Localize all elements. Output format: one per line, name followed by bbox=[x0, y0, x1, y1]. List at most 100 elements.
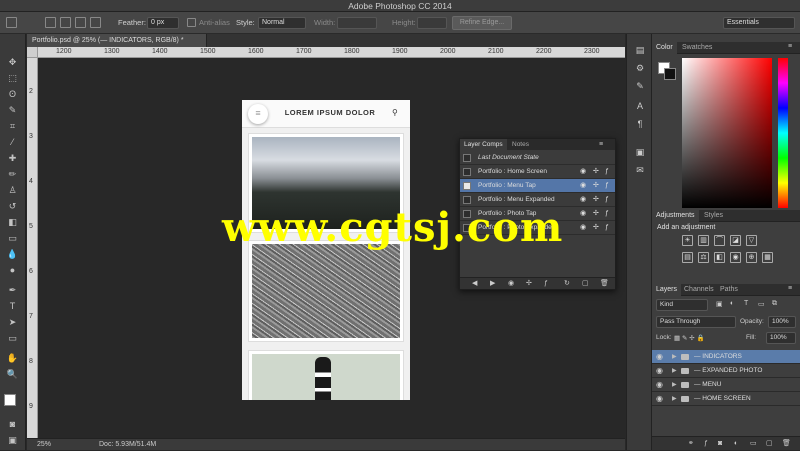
paragraph-panel-icon[interactable]: ¶ bbox=[634, 118, 646, 130]
eyedropper-tool-icon[interactable]: ⁄ bbox=[6, 136, 19, 148]
levels-icon[interactable]: ▥ bbox=[698, 235, 709, 246]
eye-icon[interactable]: ◉ bbox=[656, 378, 666, 392]
panel-menu-icon[interactable]: ≡ bbox=[599, 139, 603, 150]
layer-comp-row[interactable]: Portfolio : Menu Tap ◉ ✢ ƒ bbox=[460, 179, 615, 193]
eye-icon[interactable]: ◉ bbox=[656, 364, 666, 378]
filter-type-icon[interactable]: T bbox=[744, 300, 748, 307]
layer-row[interactable]: ◉ ▶ — HOME SCREEN bbox=[652, 392, 800, 406]
layer-mask-icon[interactable]: ◙ bbox=[718, 437, 722, 451]
layer-row[interactable]: ◉ ▶ — MENU bbox=[652, 378, 800, 392]
filter-adjustment-icon[interactable]: ◐ bbox=[730, 300, 734, 307]
color-lookup-icon[interactable]: ▦ bbox=[762, 252, 773, 263]
new-group-icon[interactable]: ▭ bbox=[750, 437, 757, 451]
style-select[interactable]: Normal bbox=[258, 17, 306, 29]
style-comp-icon[interactable]: ƒ bbox=[605, 179, 609, 193]
comp-apply-checkbox[interactable] bbox=[463, 154, 471, 162]
tab-paths[interactable]: Paths bbox=[716, 284, 742, 296]
brightness-contrast-icon[interactable]: ☀ bbox=[682, 235, 693, 246]
tab-channels[interactable]: Channels bbox=[680, 284, 718, 296]
dodge-tool-icon[interactable]: ● bbox=[6, 264, 19, 276]
link-layers-icon[interactable]: ⚭ bbox=[688, 437, 694, 451]
screen-mode-icon[interactable]: ▣ bbox=[6, 434, 19, 446]
shape-tool-icon[interactable]: ▭ bbox=[6, 332, 19, 344]
zoom-level[interactable]: 25% bbox=[37, 439, 51, 451]
workspace-select[interactable]: Essentials bbox=[723, 17, 795, 29]
visibility-comp-icon[interactable]: ◉ bbox=[580, 207, 586, 221]
pen-tool-icon[interactable]: ✒ bbox=[6, 284, 19, 296]
refine-edge-button[interactable]: Refine Edge... bbox=[452, 16, 512, 30]
exposure-icon[interactable]: ◪ bbox=[730, 235, 741, 246]
expand-triangle-icon[interactable]: ▶ bbox=[672, 350, 677, 364]
width-input[interactable] bbox=[337, 17, 377, 29]
eye-icon[interactable]: ◉ bbox=[656, 350, 666, 364]
properties-panel-icon[interactable]: ⚙ bbox=[634, 62, 646, 74]
update-comp-icon[interactable]: ↻ bbox=[564, 278, 570, 290]
quick-mask-icon[interactable]: ◙ bbox=[6, 418, 19, 430]
visibility-comp-icon[interactable]: ◉ bbox=[580, 221, 586, 235]
previous-comp-icon[interactable]: ◀ bbox=[472, 278, 477, 290]
character-panel-icon[interactable]: A bbox=[634, 100, 646, 112]
style-comp-icon[interactable]: ƒ bbox=[605, 207, 609, 221]
position-comp-icon[interactable]: ✢ bbox=[593, 193, 599, 207]
tab-color[interactable]: Color bbox=[652, 42, 677, 54]
hue-slider[interactable] bbox=[778, 58, 788, 208]
vertical-ruler[interactable]: 2 3 4 5 6 7 8 9 bbox=[27, 58, 38, 438]
position-comp-icon[interactable]: ✢ bbox=[593, 179, 599, 193]
color-balance-icon[interactable]: ⚖ bbox=[698, 252, 709, 263]
doc-size[interactable]: Doc: 5.93M/51.4M bbox=[99, 439, 156, 451]
eraser-tool-icon[interactable]: ◧ bbox=[6, 216, 19, 228]
panel-menu-icon[interactable]: ≡ bbox=[788, 285, 792, 292]
marquee-tool-preset-icon[interactable] bbox=[6, 17, 17, 28]
layer-comp-row[interactable]: Portfolio : Home Screen ◉ ✢ ƒ bbox=[460, 165, 615, 179]
feather-input[interactable]: 0 px bbox=[147, 17, 179, 29]
new-adjustment-layer-icon[interactable]: ◐ bbox=[734, 437, 738, 451]
color-field[interactable] bbox=[682, 58, 772, 208]
marquee-tool-icon[interactable]: ⬚ bbox=[6, 72, 19, 84]
hand-tool-icon[interactable]: ✋ bbox=[6, 352, 19, 364]
vibrance-icon[interactable]: ▽ bbox=[746, 235, 757, 246]
tab-layer-comps[interactable]: Layer Comps bbox=[460, 139, 507, 150]
quick-selection-tool-icon[interactable]: ✎ bbox=[6, 104, 19, 116]
filter-pixel-icon[interactable]: ▣ bbox=[716, 300, 723, 308]
clone-stamp-tool-icon[interactable]: ♙ bbox=[6, 184, 19, 196]
next-comp-icon[interactable]: ▶ bbox=[490, 278, 495, 290]
fill-input[interactable]: 100% bbox=[766, 332, 796, 344]
style-comp-icon[interactable]: ƒ bbox=[605, 221, 609, 235]
layer-comp-row[interactable]: Last Document State bbox=[460, 151, 615, 165]
visibility-comp-icon[interactable]: ◉ bbox=[580, 193, 586, 207]
layer-row[interactable]: ◉ ▶ — INDICATORS bbox=[652, 350, 800, 364]
expand-triangle-icon[interactable]: ▶ bbox=[672, 364, 677, 378]
panel-menu-icon[interactable]: ≡ bbox=[788, 43, 792, 50]
tab-adjustments[interactable]: Adjustments bbox=[652, 210, 699, 222]
filter-shape-icon[interactable]: ▭ bbox=[758, 300, 765, 308]
history-panel-icon[interactable]: ▤ bbox=[634, 44, 646, 56]
height-input[interactable] bbox=[417, 17, 447, 29]
expand-triangle-icon[interactable]: ▶ bbox=[672, 392, 677, 406]
layer-style-icon[interactable]: ƒ bbox=[704, 437, 708, 451]
subtract-from-selection-icon[interactable] bbox=[75, 17, 86, 28]
expand-triangle-icon[interactable]: ▶ bbox=[672, 378, 677, 392]
layer-row[interactable]: ◉ ▶ — EXPANDED PHOTO bbox=[652, 364, 800, 378]
position-comp-icon[interactable]: ✢ bbox=[593, 165, 599, 179]
notes-panel-icon[interactable]: ✉ bbox=[634, 164, 646, 176]
lock-icons[interactable]: ▦ ✎ ✢ 🔒 bbox=[674, 334, 705, 342]
zoom-tool-icon[interactable]: 🔍 bbox=[6, 368, 19, 380]
path-selection-tool-icon[interactable]: ➤ bbox=[6, 316, 19, 328]
hue-saturation-icon[interactable]: ▤ bbox=[682, 252, 693, 263]
tab-notes[interactable]: Notes bbox=[512, 139, 529, 150]
photo-filter-icon[interactable]: ◉ bbox=[730, 252, 741, 263]
visibility-comp-icon[interactable]: ◉ bbox=[580, 165, 586, 179]
sync-visibility-icon[interactable]: ◉ bbox=[508, 278, 514, 290]
style-comp-icon[interactable]: ƒ bbox=[605, 193, 609, 207]
gradient-tool-icon[interactable]: ▭ bbox=[6, 232, 19, 244]
lasso-tool-icon[interactable]: ʘ bbox=[6, 88, 19, 100]
visibility-comp-icon[interactable]: ◉ bbox=[580, 179, 586, 193]
healing-brush-tool-icon[interactable]: ✚ bbox=[6, 152, 19, 164]
history-brush-tool-icon[interactable]: ↺ bbox=[6, 200, 19, 212]
layer-comps-panel-icon[interactable]: ▣ bbox=[634, 146, 646, 158]
new-comp-icon[interactable]: ▢ bbox=[582, 278, 589, 290]
style-comp-icon[interactable]: ƒ bbox=[605, 165, 609, 179]
comp-apply-checkbox[interactable] bbox=[463, 182, 471, 190]
background-color-chip[interactable] bbox=[664, 68, 676, 80]
blur-tool-icon[interactable]: 💧 bbox=[6, 248, 19, 260]
